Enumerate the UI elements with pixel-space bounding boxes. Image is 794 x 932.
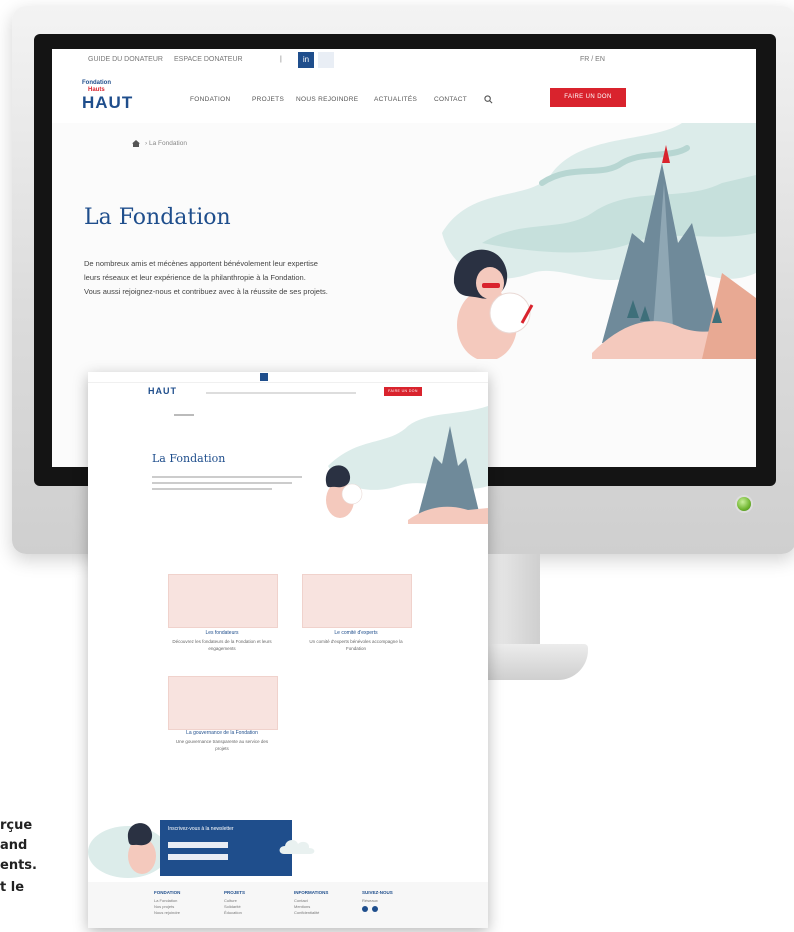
mockup-breadcrumb	[174, 414, 194, 416]
search-icon[interactable]	[484, 95, 493, 104]
footer-link[interactable]: Nos projets	[154, 904, 174, 909]
nav-projets[interactable]: PROJETS	[252, 96, 284, 103]
card-text: Une gouvernance transparente au service …	[175, 739, 269, 751]
donor-space-link[interactable]: ESPACE DONATEUR	[174, 56, 243, 63]
footer-link[interactable]: Contact	[294, 898, 308, 903]
card-illustration[interactable]	[302, 574, 412, 628]
side-text-line: and	[0, 838, 28, 853]
footer-link[interactable]: Culture	[224, 898, 237, 903]
footer-col-title: FONDATION	[154, 890, 181, 895]
nav-nous-rejoindre[interactable]: NOUS REJOINDRE	[296, 96, 358, 103]
logo-prefix: Fondation	[82, 80, 111, 86]
mockup-logo: HAUT	[148, 386, 177, 396]
breadcrumb-current: La Fondation	[148, 140, 187, 147]
social-icon[interactable]	[318, 52, 334, 68]
mockup-footer	[88, 882, 488, 928]
footer-link[interactable]: Mentions	[294, 904, 310, 909]
linkedin-icon[interactable]: in	[298, 52, 314, 68]
page-title: La Fondation	[84, 205, 231, 230]
newsletter-input[interactable]	[168, 854, 228, 860]
newsletter-title: Inscrivez-vous à la newsletter	[168, 826, 234, 832]
footer-link[interactable]: La Fondation	[154, 898, 177, 903]
nav-fondation[interactable]: FONDATION	[190, 96, 231, 103]
language-switch[interactable]: FR / EN	[580, 56, 605, 63]
separator: |	[280, 56, 282, 63]
card-illustration[interactable]	[168, 676, 278, 730]
mockup-utility-bar	[88, 372, 488, 383]
mockup-hero-illustration	[325, 406, 488, 524]
card-text: Un comité d'experts bénévoles accompagne…	[309, 639, 403, 651]
intro-text: De nombreux amis et mécènes apportent bé…	[84, 257, 414, 299]
nav-actualites[interactable]: ACTUALITÉS	[374, 96, 417, 103]
footer-link[interactable]: Éducation	[224, 910, 242, 915]
intro-line: De nombreux amis et mécènes apportent bé…	[84, 259, 318, 268]
card-illustration[interactable]	[168, 574, 278, 628]
page-mockup: HAUT FAIRE UN DON La Fondation Les fonda…	[88, 372, 488, 928]
mockup-social-icon	[260, 373, 268, 381]
mockup-nav	[206, 392, 356, 394]
side-text-line: t le	[0, 880, 25, 895]
facebook-icon[interactable]	[362, 906, 368, 912]
main-nav: Fondation Hauts HAUT FONDATION PROJETS N…	[52, 71, 756, 123]
footer-link[interactable]: Solidarité	[224, 904, 241, 909]
mockup-donate-button: FAIRE UN DON	[384, 387, 422, 396]
side-text-line: ents.	[0, 858, 37, 873]
card-title[interactable]: La gouvernance de la Fondation	[168, 730, 276, 736]
donate-button[interactable]: FAIRE UN DON	[550, 88, 626, 107]
footer-col-title: PROJETS	[224, 890, 246, 895]
nav-contact[interactable]: CONTACT	[434, 96, 467, 103]
linkedin-icon[interactable]	[372, 906, 378, 912]
guide-link[interactable]: GUIDE DU DONATEUR	[88, 56, 163, 63]
home-icon[interactable]	[132, 140, 140, 147]
footer-link[interactable]: Confidentialité	[294, 910, 319, 915]
footer-link[interactable]: Nous rejoindre	[154, 910, 180, 915]
site-logo[interactable]: HAUT	[82, 93, 133, 113]
mockup-intro	[152, 476, 302, 490]
footer-col-title: INFORMATIONS	[294, 890, 329, 895]
card-title[interactable]: Le comité d'experts	[302, 630, 410, 636]
hero-illustration	[442, 123, 756, 359]
cloud-illustration	[279, 840, 315, 854]
mockup-page-title: La Fondation	[152, 452, 226, 465]
newsletter-box[interactable]: Inscrivez-vous à la newsletter	[160, 820, 292, 876]
power-led-icon	[737, 497, 751, 511]
card-text: Découvrez les fondateurs de la Fondation…	[172, 639, 272, 651]
utility-bar: GUIDE DU DONATEUR ESPACE DONATEUR | in F…	[52, 49, 756, 72]
footer-col-title: SUIVEZ-NOUS	[362, 890, 393, 895]
side-text-line: rçue	[0, 818, 33, 833]
intro-line: leurs réseaux et leur expérience de la p…	[84, 273, 306, 282]
intro-line: Vous aussi rejoignez-nous et contribuez …	[84, 287, 328, 296]
card-title[interactable]: Les fondateurs	[168, 630, 276, 636]
footer-link[interactable]: Réseaux	[362, 898, 378, 903]
breadcrumb: › La Fondation	[145, 140, 187, 147]
newsletter-input[interactable]	[168, 842, 228, 848]
